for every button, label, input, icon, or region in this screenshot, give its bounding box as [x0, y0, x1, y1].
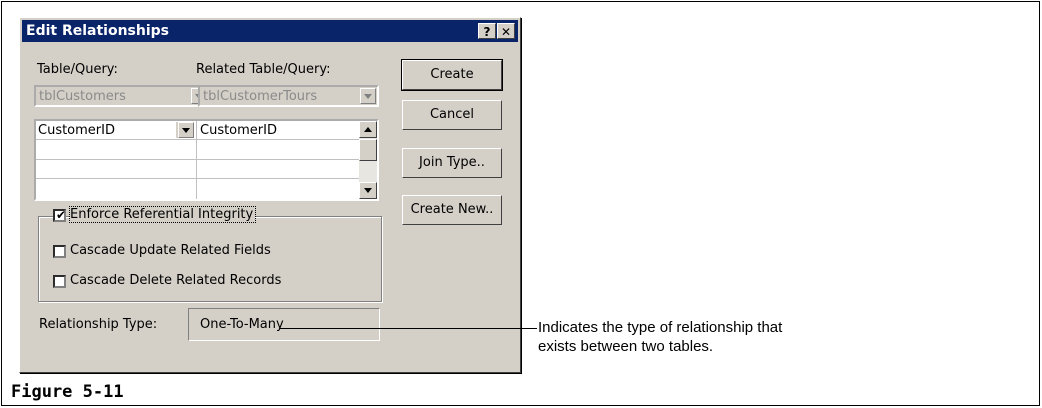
- table-query-combo[interactable]: tblCustomers: [34, 85, 210, 107]
- relationship-type-value: One-To-Many: [200, 317, 284, 332]
- figure-caption: Figure 5-11: [11, 382, 124, 402]
- help-button[interactable]: ?: [478, 23, 496, 39]
- table-query-value: tblCustomers: [39, 89, 126, 104]
- cascade-update-checkbox[interactable]: [53, 245, 66, 258]
- create-new-button[interactable]: Create New..: [402, 195, 502, 225]
- relationship-type-label: Relationship Type:: [39, 317, 158, 332]
- relationship-type-box: One-To-Many: [188, 308, 380, 341]
- integrity-options-group: [38, 216, 382, 302]
- grid-row-1-right[interactable]: CustomerID: [200, 123, 277, 138]
- scroll-down-icon[interactable]: [359, 182, 377, 199]
- edit-relationships-dialog: Edit Relationships ? ✕ Table/Query: Rela…: [19, 17, 521, 373]
- enforce-integrity-label[interactable]: Enforce Referential Integrity: [68, 206, 257, 223]
- callout-text: Indicates the type of relationship that …: [538, 318, 782, 356]
- join-type-button[interactable]: Join Type..: [402, 148, 502, 178]
- checkmark-icon: ✔: [56, 208, 67, 222]
- grid-dropdown-icon[interactable]: [178, 122, 194, 138]
- scroll-thumb[interactable]: [359, 139, 377, 161]
- dialog-titlebar: Edit Relationships ? ✕: [22, 20, 518, 42]
- grid-row-1-left[interactable]: CustomerID: [38, 123, 115, 138]
- callout-line-2: exists between two tables.: [538, 338, 714, 355]
- scroll-up-icon[interactable]: [359, 121, 377, 138]
- grid-scrollbar[interactable]: [359, 121, 377, 199]
- create-button[interactable]: Create: [401, 59, 503, 91]
- grid-row-1-dropdown[interactable]: [176, 122, 194, 138]
- dialog-title: Edit Relationships: [26, 23, 170, 39]
- cascade-delete-label[interactable]: Cascade Delete Related Records: [70, 273, 281, 288]
- enforce-integrity-checkbox[interactable]: ✔: [53, 208, 67, 222]
- cascade-delete-checkbox[interactable]: [53, 275, 66, 288]
- related-table-query-combo[interactable]: tblCustomerTours: [198, 85, 379, 107]
- related-table-query-label: Related Table/Query:: [196, 62, 331, 77]
- related-table-query-value: tblCustomerTours: [203, 89, 318, 104]
- field-mapping-grid[interactable]: CustomerID CustomerID: [34, 119, 379, 201]
- table-query-label: Table/Query:: [37, 62, 118, 77]
- related-table-query-dropdown-icon[interactable]: [360, 88, 376, 104]
- cancel-button[interactable]: Cancel: [402, 100, 502, 130]
- cascade-update-label[interactable]: Cascade Update Related Fields: [70, 243, 271, 258]
- callout-line-1: Indicates the type of relationship that: [538, 319, 783, 336]
- close-button[interactable]: ✕: [497, 23, 515, 39]
- callout-line: [279, 328, 537, 329]
